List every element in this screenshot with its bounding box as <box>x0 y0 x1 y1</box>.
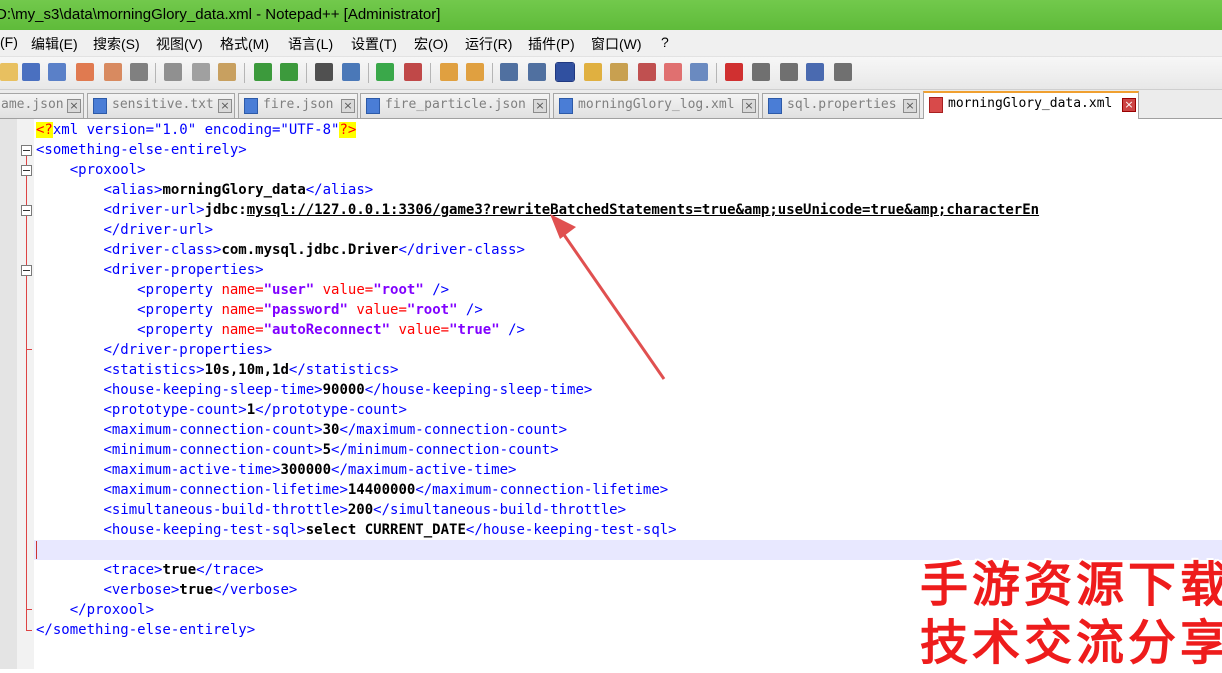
close-tab-icon[interactable]: × <box>341 99 355 113</box>
tab-label: sensitive.txt <box>112 97 214 112</box>
close-tab-icon[interactable]: × <box>742 99 756 113</box>
menu-language[interactable]: 语言(L) <box>288 34 333 54</box>
menu-window[interactable]: 窗口(W) <box>591 34 642 54</box>
menu-macro[interactable]: 宏(O) <box>414 34 448 54</box>
copy-icon[interactable] <box>192 63 210 81</box>
toolbar-separator <box>368 63 369 83</box>
tab-sensitive-txt[interactable]: sensitive.txt × <box>87 93 235 118</box>
toolbar <box>0 57 1222 90</box>
undo-icon[interactable] <box>254 63 272 81</box>
menu-view[interactable]: 视图(V) <box>156 34 203 54</box>
window-title: D:\my_s3\data\morningGlory_data.xml - No… <box>0 6 441 23</box>
record-macro-icon[interactable] <box>725 63 743 81</box>
save-icon[interactable] <box>22 63 40 81</box>
tab-morningglory-log-xml[interactable]: morningGlory_log.xml × <box>553 93 759 118</box>
tab-sql-properties[interactable]: sql.properties × <box>762 93 920 118</box>
file-icon <box>244 98 258 114</box>
menu-run[interactable]: 运行(R) <box>465 34 512 54</box>
tab-morningglory-data-xml[interactable]: morningGlory_data.xml × <box>923 91 1139 120</box>
open-file-icon[interactable] <box>0 63 18 81</box>
function-list-icon[interactable] <box>638 63 656 81</box>
tab-label: ame.json <box>1 97 64 112</box>
zoom-in-icon[interactable] <box>376 63 394 81</box>
folder-workspace-icon[interactable] <box>664 63 682 81</box>
tab-label: sql.properties <box>787 97 897 112</box>
tab-fire-json[interactable]: fire.json × <box>238 93 358 118</box>
menu-format[interactable]: 格式(M) <box>220 34 269 54</box>
toolbar-separator <box>155 63 156 83</box>
close-file-icon[interactable] <box>76 63 94 81</box>
toolbar-separator <box>492 63 493 83</box>
menu-settings[interactable]: 设置(T) <box>351 34 397 54</box>
tab-label: fire.json <box>263 97 334 112</box>
toolbar-separator <box>430 63 431 83</box>
close-tab-icon[interactable]: × <box>533 99 547 113</box>
menu-plugins[interactable]: 插件(P) <box>528 34 575 54</box>
watermark-line-2: 技术交流分享 <box>920 615 1222 671</box>
sync-horizontal-icon[interactable] <box>466 63 484 81</box>
menu-edit[interactable]: 编辑(E) <box>31 34 78 54</box>
indent-guide-icon[interactable] <box>555 62 575 82</box>
print-icon[interactable] <box>130 63 148 81</box>
window-title-bar: D:\my_s3\data\morningGlory_data.xml - No… <box>0 0 1222 30</box>
toolbar-separator <box>306 63 307 83</box>
watermark: 手游资源下载 技术交流分享 <box>920 539 1222 671</box>
close-tab-icon[interactable]: × <box>218 99 232 113</box>
user-language-icon[interactable] <box>584 63 602 81</box>
doc-map-icon[interactable] <box>610 63 628 81</box>
save-macro-icon[interactable] <box>834 63 852 81</box>
file-icon <box>93 98 107 114</box>
tab-label: morningGlory_data.xml <box>948 96 1113 111</box>
cut-icon[interactable] <box>164 63 182 81</box>
show-all-chars-icon[interactable] <box>528 63 546 81</box>
menu-file[interactable]: (F) <box>0 34 18 50</box>
save-all-icon[interactable] <box>48 63 66 81</box>
tab-label: fire_particle.json <box>385 97 526 112</box>
word-wrap-icon[interactable] <box>500 63 518 81</box>
redo-icon[interactable] <box>280 63 298 81</box>
tab-bar: ame.json × sensitive.txt × fire.json × f… <box>0 90 1222 120</box>
menu-help[interactable]: ? <box>661 34 669 50</box>
annotation-arrow-shaft <box>558 228 666 380</box>
file-modified-icon <box>929 97 943 113</box>
annotation-arrow-head <box>550 214 576 239</box>
zoom-out-icon[interactable] <box>404 63 422 81</box>
tab-fire-particle-json[interactable]: fire_particle.json × <box>360 93 550 118</box>
file-icon <box>559 98 573 114</box>
tab-ame-json[interactable]: ame.json × <box>0 93 84 118</box>
menu-search[interactable]: 搜索(S) <box>93 34 140 54</box>
tab-label: morningGlory_log.xml <box>578 97 735 112</box>
toolbar-separator <box>716 63 717 83</box>
file-icon <box>366 98 380 114</box>
close-tab-icon[interactable]: × <box>903 99 917 113</box>
toolbar-separator <box>244 63 245 83</box>
close-tab-icon[interactable]: × <box>67 99 81 113</box>
monitoring-icon[interactable] <box>690 63 708 81</box>
replace-icon[interactable] <box>342 63 360 81</box>
run-macro-multiple-icon[interactable] <box>806 63 824 81</box>
stop-record-icon[interactable] <box>752 63 770 81</box>
paste-icon[interactable] <box>218 63 236 81</box>
close-all-icon[interactable] <box>104 63 122 81</box>
find-icon[interactable] <box>315 63 333 81</box>
menu-bar: (F) 编辑(E) 搜索(S) 视图(V) 格式(M) 语言(L) 设置(T) … <box>0 30 1222 57</box>
sync-vertical-icon[interactable] <box>440 63 458 81</box>
close-tab-icon[interactable]: × <box>1122 98 1136 112</box>
file-icon <box>768 98 782 114</box>
play-macro-icon[interactable] <box>780 63 798 81</box>
